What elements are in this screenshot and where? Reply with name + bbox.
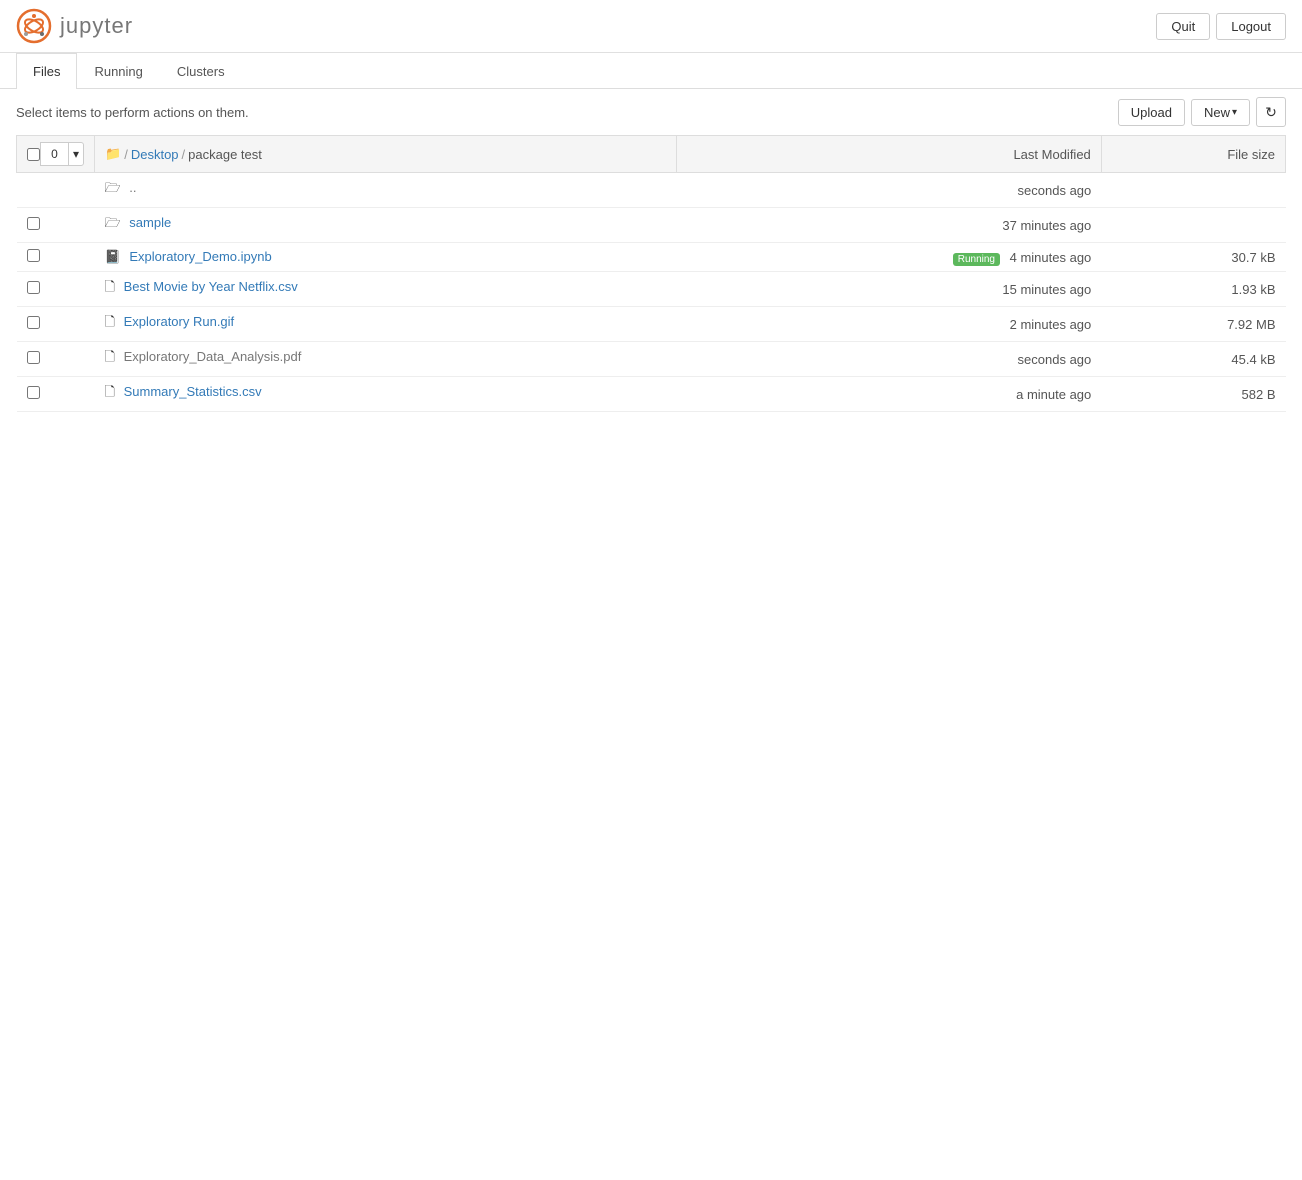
row-name-cell: 🗋 Best Movie by Year Netflix.csv xyxy=(95,272,677,307)
row-checkbox-cell xyxy=(17,208,95,243)
modified-label: Last Modified xyxy=(1013,147,1090,162)
file-link[interactable]: Exploratory Run.gif xyxy=(124,314,235,329)
table-row: 🗋 Summary_Statistics.csv a minute ago 58… xyxy=(17,377,1286,412)
table-row: 🗋 Best Movie by Year Netflix.csv 15 minu… xyxy=(17,272,1286,307)
logo: jupyter xyxy=(16,8,133,44)
table-row: 📓 Exploratory_Demo.ipynb Running 4 minut… xyxy=(17,243,1286,272)
parent-dir-link[interactable]: .. xyxy=(129,180,136,195)
row-checkbox-cell xyxy=(17,243,95,272)
breadcrumb: 📁 / Desktop / package test xyxy=(105,146,666,162)
breadcrumb-sep: / xyxy=(182,147,186,162)
row-modified-cell: seconds ago xyxy=(676,342,1101,377)
file-table-body: 🗁 .. seconds ago 🗁 sample 37 minutes ago xyxy=(17,173,1286,412)
row-name-cell: 🗋 Exploratory Run.gif xyxy=(95,307,677,342)
row-modified-cell: seconds ago xyxy=(676,173,1101,208)
toolbar-right: Upload New ▾ ↻ xyxy=(1118,97,1286,127)
file-icon: 🗋 xyxy=(105,384,115,399)
row-checkbox[interactable] xyxy=(27,249,40,262)
row-checkbox[interactable] xyxy=(27,316,40,329)
notebook-icon: 📓 xyxy=(105,249,121,264)
header-modified-col[interactable]: Last Modified xyxy=(676,136,1101,173)
quit-button[interactable]: Quit xyxy=(1156,13,1210,40)
running-badge: Running xyxy=(953,253,1000,266)
row-size-cell: 1.93 kB xyxy=(1101,272,1285,307)
row-checkbox[interactable] xyxy=(27,386,40,399)
header-checkbox-col: 0 ▾ xyxy=(17,136,95,173)
tabs: Files Running Clusters xyxy=(0,53,1302,89)
file-link[interactable]: Summary_Statistics.csv xyxy=(124,384,262,399)
row-size-cell: 45.4 kB xyxy=(1101,342,1285,377)
header-name-col[interactable]: 📁 / Desktop / package test xyxy=(95,136,677,173)
table-header-row: 0 ▾ 📁 / Desktop / package test Last Modi… xyxy=(17,136,1286,173)
folder-breadcrumb-icon: 📁 xyxy=(105,146,121,162)
row-name-cell: 🗋 Summary_Statistics.csv xyxy=(95,377,677,412)
row-checkbox-cell xyxy=(17,342,95,377)
folder-icon: 🗁 xyxy=(105,180,121,195)
tab-running[interactable]: Running xyxy=(77,53,159,89)
breadcrumb-sep: / xyxy=(124,147,128,162)
row-checkbox-cell xyxy=(17,173,95,208)
tab-files[interactable]: Files xyxy=(16,53,77,89)
row-checkbox[interactable] xyxy=(27,281,40,294)
table-row: 🗋 Exploratory Run.gif 2 minutes ago 7.92… xyxy=(17,307,1286,342)
logout-button[interactable]: Logout xyxy=(1216,13,1286,40)
jupyter-logo-icon xyxy=(16,8,52,44)
row-modified-cell: 15 minutes ago xyxy=(676,272,1101,307)
tab-clusters[interactable]: Clusters xyxy=(160,53,242,89)
row-name-cell: 🗁 sample xyxy=(95,208,677,243)
row-modified-cell: 37 minutes ago xyxy=(676,208,1101,243)
row-modified-cell: 2 minutes ago xyxy=(676,307,1101,342)
row-size-cell: 7.92 MB xyxy=(1101,307,1285,342)
row-name-cell: 🗋 Exploratory_Data_Analysis.pdf xyxy=(95,342,677,377)
select-all-checkbox[interactable] xyxy=(27,148,40,161)
breadcrumb-current: package test xyxy=(188,147,262,162)
refresh-button[interactable]: ↻ xyxy=(1256,97,1286,127)
file-icon: 🗋 xyxy=(105,279,115,294)
table-row: 🗋 Exploratory_Data_Analysis.pdf seconds … xyxy=(17,342,1286,377)
folder-icon: 🗁 xyxy=(105,215,121,230)
file-link[interactable]: Exploratory_Demo.ipynb xyxy=(129,249,271,264)
logo-text: jupyter xyxy=(60,13,133,39)
row-size-cell: 582 B xyxy=(1101,377,1285,412)
toolbar-select-info: Select items to perform actions on them. xyxy=(16,105,249,120)
upload-button[interactable]: Upload xyxy=(1118,99,1185,126)
row-modified-cell: a minute ago xyxy=(676,377,1101,412)
size-label: File size xyxy=(1227,147,1275,162)
file-icon: 🗋 xyxy=(105,349,115,364)
row-size-cell: 30.7 kB xyxy=(1101,243,1285,272)
row-name-cell: 🗁 .. xyxy=(95,173,677,208)
file-name-static: Exploratory_Data_Analysis.pdf xyxy=(124,349,302,364)
row-size-cell xyxy=(1101,173,1285,208)
new-dropdown-arrow: ▾ xyxy=(1232,107,1237,118)
table-row: 🗁 sample 37 minutes ago xyxy=(17,208,1286,243)
row-size-cell xyxy=(1101,208,1285,243)
row-checkbox[interactable] xyxy=(27,351,40,364)
header-size-col[interactable]: File size xyxy=(1101,136,1285,173)
select-group: 0 ▾ xyxy=(27,142,84,166)
row-checkbox[interactable] xyxy=(27,217,40,230)
file-link[interactable]: Best Movie by Year Netflix.csv xyxy=(124,279,298,294)
header-buttons: Quit Logout xyxy=(1156,13,1286,40)
row-checkbox-cell xyxy=(17,377,95,412)
file-table: 0 ▾ 📁 / Desktop / package test Last Modi… xyxy=(16,135,1286,412)
row-checkbox-cell xyxy=(17,307,95,342)
new-button-label: New xyxy=(1204,105,1230,120)
file-list: 0 ▾ 📁 / Desktop / package test Last Modi… xyxy=(0,135,1302,412)
select-dropdown[interactable]: ▾ xyxy=(68,142,84,166)
file-link[interactable]: sample xyxy=(129,215,171,230)
toolbar: Select items to perform actions on them.… xyxy=(0,89,1302,135)
select-count: 0 xyxy=(40,142,68,166)
file-icon: 🗋 xyxy=(105,314,115,329)
row-checkbox-cell xyxy=(17,272,95,307)
refresh-icon: ↻ xyxy=(1265,104,1277,121)
row-modified-cell: Running 4 minutes ago xyxy=(676,243,1101,272)
table-row: 🗁 .. seconds ago xyxy=(17,173,1286,208)
new-button[interactable]: New ▾ xyxy=(1191,99,1250,126)
header: jupyter Quit Logout xyxy=(0,0,1302,53)
breadcrumb-desktop[interactable]: Desktop xyxy=(131,147,179,162)
row-name-cell: 📓 Exploratory_Demo.ipynb xyxy=(95,243,677,272)
